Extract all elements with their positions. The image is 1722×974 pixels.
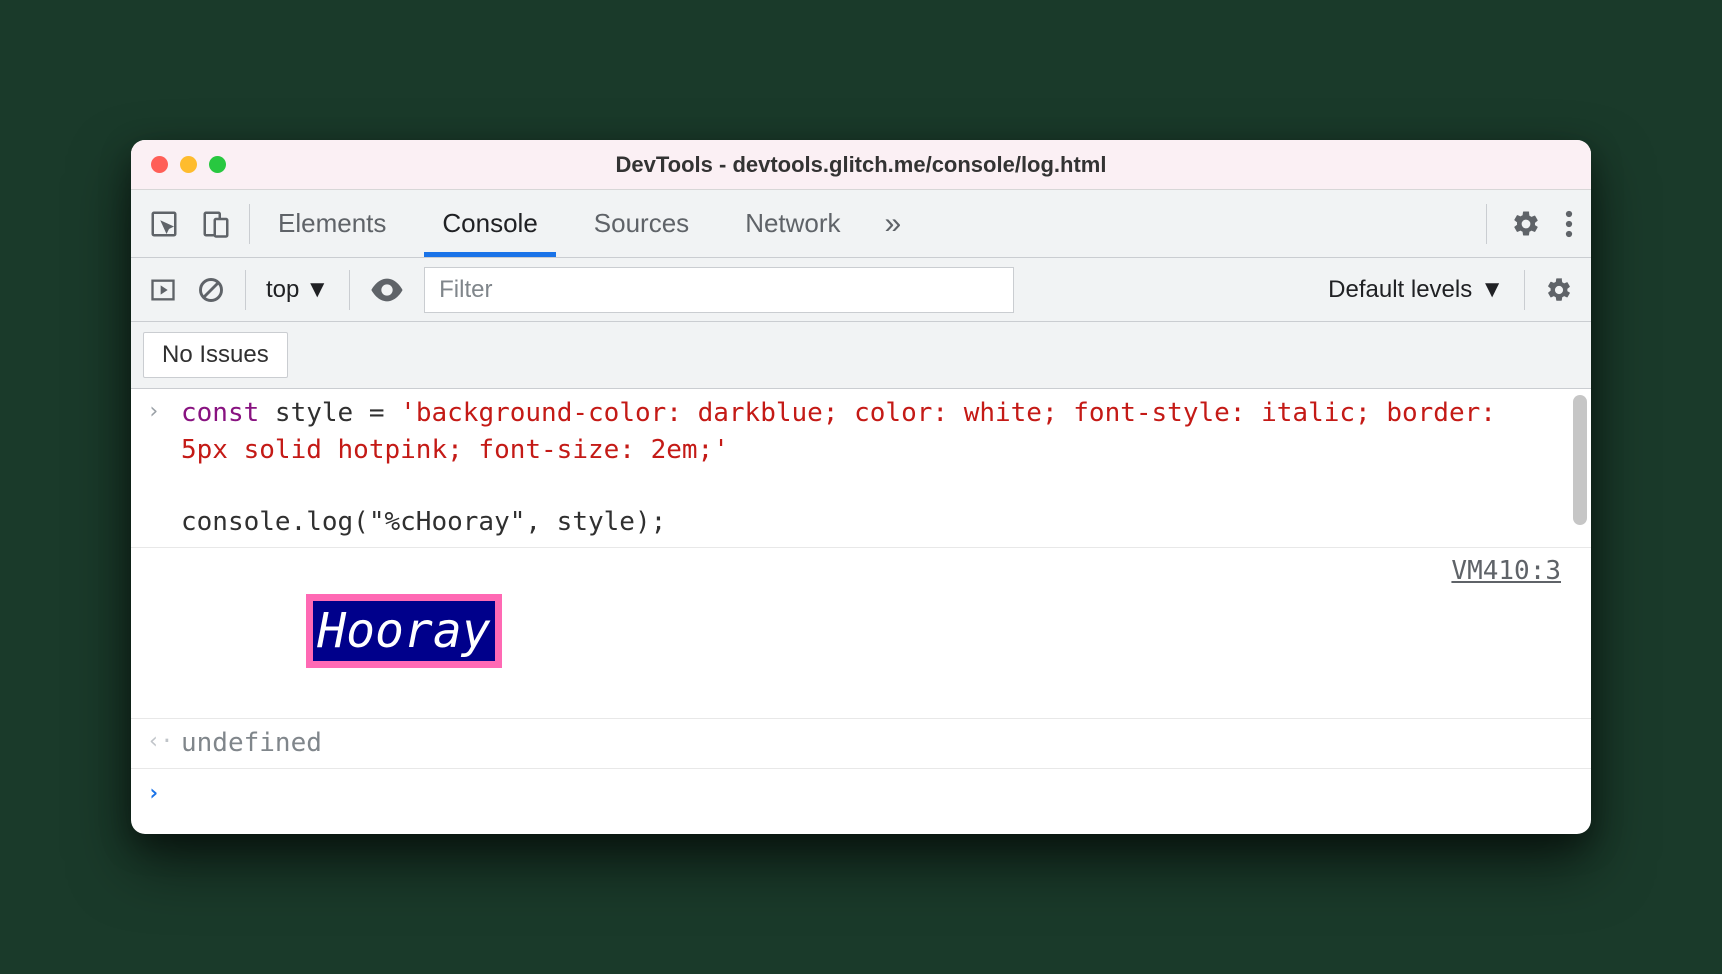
tab-elements[interactable]: Elements: [250, 190, 414, 257]
console-prompt-row[interactable]: ›: [131, 769, 1591, 834]
devtools-window: DevTools - devtools.glitch.me/console/lo…: [131, 140, 1591, 834]
live-expression-icon[interactable]: [370, 278, 404, 302]
divider: [1486, 204, 1487, 244]
console-output: Hooray: [181, 558, 1563, 705]
levels-label: Default levels: [1328, 276, 1472, 304]
zoom-icon[interactable]: [209, 156, 226, 173]
console-toolbar: top ▼ Filter Default levels ▼: [131, 258, 1591, 322]
sidebar-toggle-icon[interactable]: [149, 276, 177, 304]
console-settings-icon[interactable]: [1545, 276, 1573, 304]
prompt-icon: ›: [147, 777, 181, 806]
chevron-down-icon: ▼: [1480, 276, 1504, 304]
console-prompt-input[interactable]: [181, 777, 1575, 806]
tab-network[interactable]: Network: [717, 190, 868, 257]
tab-console[interactable]: Console: [414, 190, 565, 257]
main-toolbar: Elements Console Sources Network »: [131, 190, 1591, 258]
divider: [349, 270, 350, 310]
console-return-row: ‹· undefined: [131, 719, 1591, 768]
input-prompt-icon: ›: [147, 395, 181, 424]
window-controls: [131, 156, 226, 173]
return-icon: ‹·: [147, 725, 181, 754]
settings-icon[interactable]: [1511, 209, 1541, 239]
source-link[interactable]: VM410:3: [1451, 556, 1561, 586]
kebab-menu-icon[interactable]: [1565, 209, 1573, 239]
window-title: DevTools - devtools.glitch.me/console/lo…: [131, 152, 1591, 178]
divider: [1524, 270, 1525, 310]
output-gutter: [147, 558, 181, 562]
more-tabs-icon[interactable]: »: [869, 207, 918, 241]
console-body: › const style = 'background-color: darkb…: [131, 389, 1591, 834]
tab-sources[interactable]: Sources: [566, 190, 717, 257]
close-icon[interactable]: [151, 156, 168, 173]
execution-context-selector[interactable]: top ▼: [266, 276, 329, 304]
context-label: top: [266, 276, 299, 304]
issues-button[interactable]: No Issues: [143, 332, 288, 378]
filter-placeholder: Filter: [439, 276, 492, 304]
styled-log-output: Hooray: [306, 594, 501, 668]
return-value: undefined: [181, 725, 1563, 761]
code-keyword: const: [181, 398, 259, 428]
issues-bar: No Issues: [131, 322, 1591, 389]
device-toggle-icon[interactable]: [201, 208, 231, 240]
console-input-code: const style = 'background-color: darkblu…: [181, 395, 1563, 541]
titlebar: DevTools - devtools.glitch.me/console/lo…: [131, 140, 1591, 190]
divider: [245, 270, 246, 310]
filter-input[interactable]: Filter: [424, 267, 1014, 313]
code-text: style =: [259, 398, 400, 428]
clear-console-icon[interactable]: [197, 276, 225, 304]
console-input-row[interactable]: › const style = 'background-color: darkb…: [131, 389, 1591, 548]
inspect-icon[interactable]: [149, 209, 179, 239]
log-levels-selector[interactable]: Default levels ▼: [1328, 276, 1504, 304]
chevron-down-icon: ▼: [305, 276, 329, 304]
panel-tabs: Elements Console Sources Network: [250, 190, 869, 257]
code-text: console.log("%cHooray", style);: [181, 507, 666, 537]
minimize-icon[interactable]: [180, 156, 197, 173]
console-output-row: Hooray VM410:3: [131, 548, 1591, 720]
